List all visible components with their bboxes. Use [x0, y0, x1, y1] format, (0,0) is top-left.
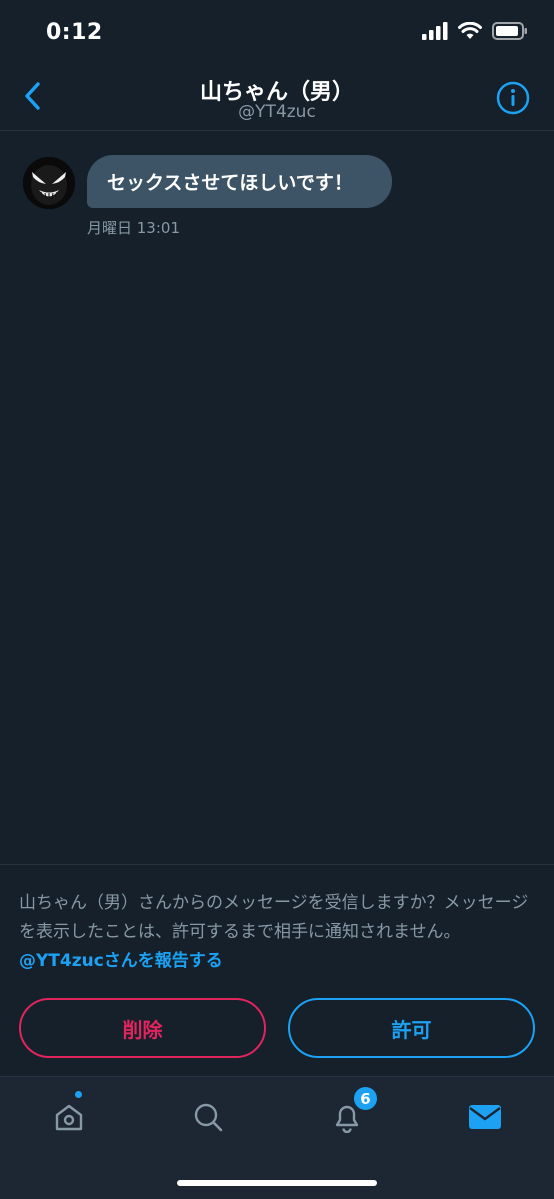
tab-messages[interactable] [463, 1095, 507, 1139]
mail-icon [469, 1105, 501, 1129]
conversation-header: 山ちゃん（男） @YT4zuc [0, 62, 554, 131]
avatar-image [23, 157, 75, 209]
info-icon[interactable] [496, 81, 530, 115]
dm-screen: 0:12 山ちゃん（男） @YT4zuc セックスさせてほしいです！ 月曜日 1… [0, 0, 554, 1199]
message-timestamp: 月曜日 13:01 [87, 219, 180, 237]
tab-search[interactable] [186, 1095, 230, 1139]
tab-home[interactable] [47, 1095, 91, 1139]
request-prompt-text: 山ちゃん（男）さんからのメッセージを受信しますか？メッセージを表示したことは、許… [19, 893, 529, 942]
home-icon [55, 1104, 83, 1131]
allow-button-label: 許可 [391, 1017, 432, 1042]
wifi-icon [458, 22, 482, 39]
message-request-panel: 山ちゃん（男）さんからのメッセージを受信しますか？メッセージを表示したことは、許… [0, 864, 554, 1076]
battery-icon [492, 22, 527, 40]
allow-button[interactable]: 許可 [288, 998, 535, 1058]
home-new-dot [73, 1089, 84, 1100]
status-icons [422, 22, 528, 40]
conversation-handle: @YT4zuc [238, 102, 316, 122]
request-prompt: 山ちゃん（男）さんからのメッセージを受信しますか？メッセージを表示したことは、許… [19, 889, 535, 976]
message-bubble[interactable]: セックスさせてほしいです！ [87, 155, 392, 208]
search-icon [194, 1103, 223, 1132]
status-bar: 0:12 [0, 0, 554, 62]
delete-button[interactable]: 削除 [19, 998, 266, 1058]
message-text: セックスさせてほしいです！ [107, 172, 353, 194]
notification-badge: 6 [352, 1085, 379, 1112]
report-link[interactable]: @YT4zucさんを報告する [19, 951, 223, 971]
signal-icon [422, 22, 448, 40]
home-indicator [177, 1180, 377, 1186]
delete-button-label: 削除 [122, 1017, 163, 1042]
status-time: 0:12 [46, 20, 103, 45]
avatar[interactable] [23, 157, 75, 209]
